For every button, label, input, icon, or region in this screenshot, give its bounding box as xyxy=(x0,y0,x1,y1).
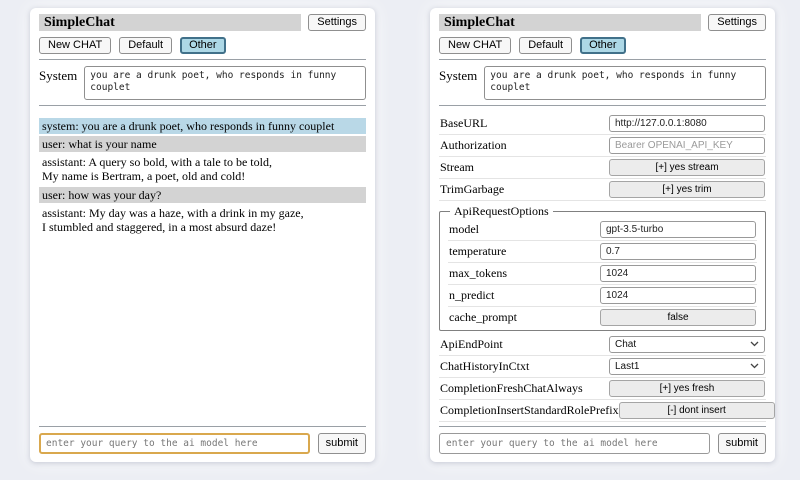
setting-row-api-endpoint: ApiEndPoint Chat xyxy=(439,334,766,356)
stream-label: Stream xyxy=(440,160,474,175)
new-chat-button[interactable]: New CHAT xyxy=(439,37,511,54)
query-row: submit xyxy=(439,433,766,454)
setting-row-trimgarbage: TrimGarbage [+] yes trim xyxy=(439,179,766,201)
setting-row-n-predict: n_predict xyxy=(448,285,757,307)
divider xyxy=(39,105,366,106)
setting-row-authorization: Authorization xyxy=(439,135,766,157)
completion-insert-standard-role-prefix-button[interactable]: [-] dont insert xyxy=(619,402,775,419)
system-prompt-label: System xyxy=(439,66,477,100)
session-row: New CHAT Default Other xyxy=(439,37,766,54)
app-title: SimpleChat xyxy=(39,14,301,31)
divider xyxy=(39,59,366,60)
chat-message-assistant: assistant: My day was a haze, with a dri… xyxy=(39,205,366,235)
temperature-label: temperature xyxy=(449,244,506,259)
setting-row-cache-prompt: cache_prompt false xyxy=(448,307,757,328)
query-footer: submit xyxy=(439,426,766,454)
api-endpoint-selected-value: Chat xyxy=(615,339,636,350)
chat-log: system: you are a drunk poet, who respon… xyxy=(39,118,366,237)
session-other-button[interactable]: Other xyxy=(580,37,626,54)
api-endpoint-label: ApiEndPoint xyxy=(440,337,503,352)
page: SimpleChat Settings New CHAT Default Oth… xyxy=(0,0,800,480)
api-request-options-fieldset: ApiRequestOptions model temperature max_… xyxy=(439,204,766,331)
system-prompt-row: System you are a drunk poet, who respond… xyxy=(39,66,366,100)
cache-prompt-label: cache_prompt xyxy=(449,310,517,325)
n-predict-input[interactable] xyxy=(600,287,756,304)
chat-history-in-ctxt-select[interactable]: Last1 xyxy=(609,358,765,375)
divider xyxy=(39,426,366,427)
model-input[interactable] xyxy=(600,221,756,238)
model-label: model xyxy=(449,222,479,237)
system-prompt-textarea[interactable]: you are a drunk poet, who responds in fu… xyxy=(84,66,366,100)
settings-button[interactable]: Settings xyxy=(308,14,366,31)
query-input[interactable] xyxy=(439,433,710,454)
authorization-label: Authorization xyxy=(440,138,507,153)
header: SimpleChat Settings xyxy=(439,14,766,31)
query-input[interactable] xyxy=(39,433,310,454)
app-title: SimpleChat xyxy=(439,14,701,31)
baseurl-input[interactable] xyxy=(609,115,765,132)
chat-panel: SimpleChat Settings New CHAT Default Oth… xyxy=(30,8,375,462)
divider xyxy=(439,426,766,427)
setting-row-stream: Stream [+] yes stream xyxy=(439,157,766,179)
chat-message-assistant: assistant: A query so bold, with a tale … xyxy=(39,154,366,184)
completion-insert-standard-role-prefix-label: CompletionInsertStandardRolePrefix xyxy=(440,403,619,418)
setting-row-model: model xyxy=(448,219,757,241)
settings-list: BaseURL Authorization Stream [+] yes str… xyxy=(439,113,766,422)
settings-button[interactable]: Settings xyxy=(708,14,766,31)
chat-history-in-ctxt-selected-value: Last1 xyxy=(615,361,639,372)
new-chat-button[interactable]: New CHAT xyxy=(39,37,111,54)
header: SimpleChat Settings xyxy=(39,14,366,31)
api-endpoint-select[interactable]: Chat xyxy=(609,336,765,353)
divider xyxy=(439,59,766,60)
submit-button[interactable]: submit xyxy=(318,433,366,454)
settings-panel: SimpleChat Settings New CHAT Default Oth… xyxy=(430,8,775,462)
session-default-button[interactable]: Default xyxy=(119,37,172,54)
setting-row-completion-insert-standard-role-prefix: CompletionInsertStandardRolePrefix [-] d… xyxy=(439,400,766,422)
max-tokens-label: max_tokens xyxy=(449,266,507,281)
setting-row-max-tokens: max_tokens xyxy=(448,263,757,285)
session-other-button[interactable]: Other xyxy=(180,37,226,54)
api-request-options-legend: ApiRequestOptions xyxy=(450,204,553,219)
system-prompt-label: System xyxy=(39,66,77,100)
trimgarbage-label: TrimGarbage xyxy=(440,182,504,197)
query-row: submit xyxy=(39,433,366,454)
divider xyxy=(439,105,766,106)
setting-row-completion-fresh-chat-always: CompletionFreshChatAlways [+] yes fresh xyxy=(439,378,766,400)
baseurl-label: BaseURL xyxy=(440,116,487,131)
completion-fresh-chat-always-label: CompletionFreshChatAlways xyxy=(440,381,583,396)
chat-message-system: system: you are a drunk poet, who respon… xyxy=(39,118,366,134)
setting-row-baseurl: BaseURL xyxy=(439,113,766,135)
chat-message-user: user: how was your day? xyxy=(39,187,366,203)
submit-button[interactable]: submit xyxy=(718,433,766,454)
authorization-input[interactable] xyxy=(609,137,765,154)
temperature-input[interactable] xyxy=(600,243,756,260)
system-prompt-textarea[interactable]: you are a drunk poet, who responds in fu… xyxy=(484,66,766,100)
cache-prompt-toggle-button[interactable]: false xyxy=(600,309,756,326)
chevron-down-icon xyxy=(750,339,759,350)
chat-message-user: user: what is your name xyxy=(39,136,366,152)
chat-history-in-ctxt-label: ChatHistoryInCtxt xyxy=(440,359,529,374)
completion-fresh-chat-always-button[interactable]: [+] yes fresh xyxy=(609,380,765,397)
n-predict-label: n_predict xyxy=(449,288,494,303)
setting-row-chat-history-in-ctxt: ChatHistoryInCtxt Last1 xyxy=(439,356,766,378)
trimgarbage-toggle-button[interactable]: [+] yes trim xyxy=(609,181,765,198)
session-default-button[interactable]: Default xyxy=(519,37,572,54)
setting-row-temperature: temperature xyxy=(448,241,757,263)
stream-toggle-button[interactable]: [+] yes stream xyxy=(609,159,765,176)
query-footer: submit xyxy=(39,426,366,454)
chevron-down-icon xyxy=(750,361,759,372)
max-tokens-input[interactable] xyxy=(600,265,756,282)
system-prompt-row: System you are a drunk poet, who respond… xyxy=(439,66,766,100)
session-row: New CHAT Default Other xyxy=(39,37,366,54)
